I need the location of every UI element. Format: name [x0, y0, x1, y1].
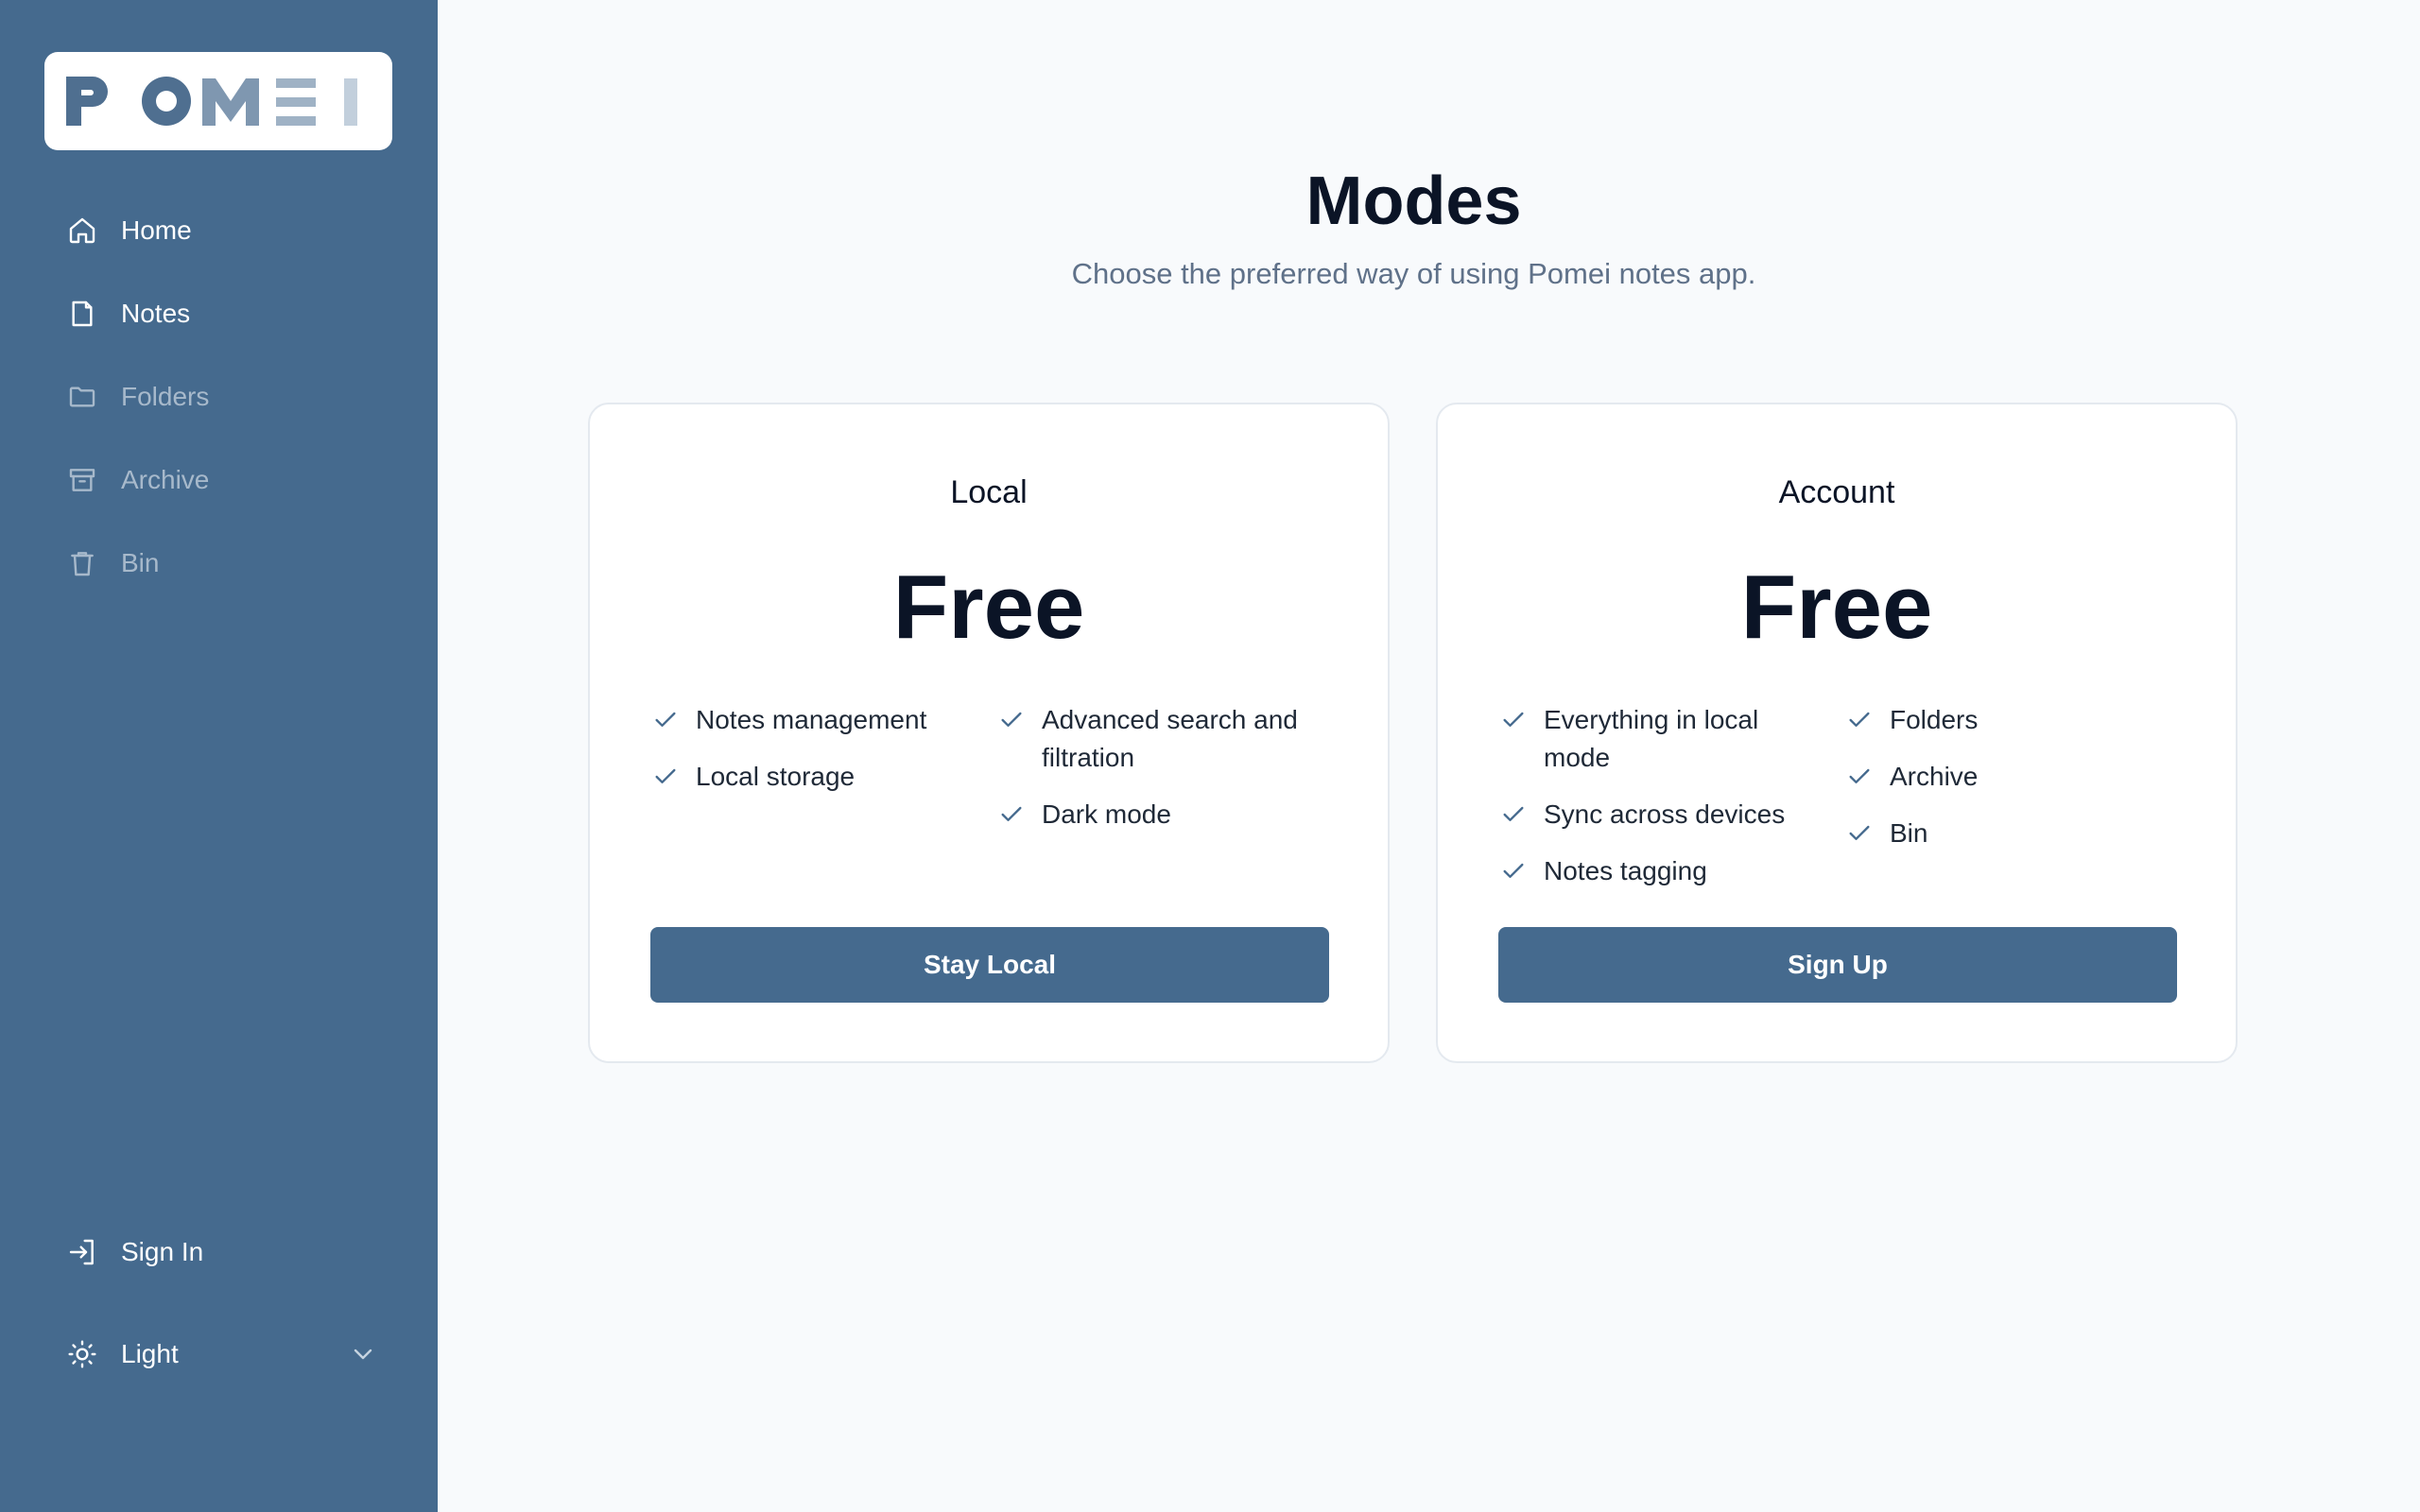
sidebar-item-notes[interactable]: Notes	[66, 287, 190, 340]
feature-text: Notes tagging	[1544, 856, 1707, 885]
folder-icon	[66, 381, 98, 413]
card-price: Free	[892, 557, 1085, 658]
feature-column: Everything in local mode Sync across dev…	[1500, 701, 1846, 909]
sidebar-item-folders[interactable]: Folders	[66, 370, 209, 423]
sidebar-item-bin[interactable]: Bin	[66, 537, 159, 590]
sidebar-item-archive[interactable]: Archive	[66, 454, 209, 507]
check-icon	[1846, 701, 1873, 739]
sidebar-item-label: Notes	[121, 299, 191, 328]
check-icon	[652, 701, 679, 739]
note-icon	[66, 298, 98, 330]
feature-item: Archive	[1846, 758, 2181, 796]
check-icon	[1846, 815, 1873, 852]
main-content: Modes Choose the preferred way of using …	[438, 0, 2420, 1512]
sidebar: Home Notes Folders Archive Bin Sign In L…	[0, 0, 438, 1512]
feature-item: Everything in local mode	[1500, 701, 1846, 777]
check-icon	[1500, 701, 1527, 739]
stay-local-button[interactable]: Stay Local	[650, 927, 1329, 1003]
feature-text: Everything in local mode	[1544, 705, 1759, 772]
trash-icon	[66, 547, 98, 579]
feature-item: Sync across devices	[1500, 796, 1846, 833]
home-icon	[66, 215, 98, 247]
feature-column: Folders Archive Bin	[1846, 701, 2181, 909]
feature-text: Archive	[1890, 762, 1979, 791]
feature-item: Advanced search and filtration	[998, 701, 1333, 777]
theme-value: Light	[121, 1339, 179, 1368]
check-icon	[1846, 758, 1873, 796]
chevron-down-icon	[348, 1339, 378, 1369]
feature-text: Dark mode	[1042, 799, 1171, 829]
check-icon	[652, 758, 679, 796]
feature-column: Advanced search and filtration Dark mode	[998, 701, 1333, 852]
sign-in-icon	[66, 1236, 98, 1268]
sign-in-label: Sign In	[121, 1237, 204, 1266]
app-logo[interactable]	[44, 52, 392, 150]
feature-text: Notes management	[696, 705, 927, 734]
feature-item: Dark mode	[998, 796, 1333, 833]
feature-list: Notes management Local storage Advanced …	[652, 701, 1333, 852]
feature-item: Local storage	[652, 758, 998, 796]
feature-item: Notes management	[652, 701, 998, 739]
card-price: Free	[1740, 557, 1933, 658]
theme-select[interactable]: Light	[66, 1328, 378, 1381]
sidebar-item-label: Bin	[121, 548, 160, 577]
sidebar-item-label: Archive	[121, 465, 210, 494]
archive-icon	[66, 464, 98, 496]
feature-item: Notes tagging	[1500, 852, 1846, 890]
sun-icon	[66, 1338, 98, 1370]
feature-text: Folders	[1890, 705, 1979, 734]
feature-item: Folders	[1846, 701, 2181, 739]
sidebar-item-home[interactable]: Home	[66, 204, 192, 257]
feature-item: Bin	[1846, 815, 2181, 852]
page-title: Modes	[1305, 163, 1522, 239]
sidebar-item-label: Home	[121, 215, 192, 245]
check-icon	[1500, 852, 1527, 890]
sign-up-button[interactable]: Sign Up	[1498, 927, 2177, 1003]
feature-text: Local storage	[696, 762, 856, 791]
feature-list: Everything in local mode Sync across dev…	[1500, 701, 2181, 909]
card-title: Local	[950, 474, 1028, 510]
feature-text: Sync across devices	[1544, 799, 1786, 829]
mode-card-account: Account Free Everything in local mode Sy…	[1436, 403, 2238, 1063]
feature-column: Notes management Local storage	[652, 701, 998, 852]
mode-card-local: Local Free Notes management Local storag…	[588, 403, 1390, 1063]
check-icon	[1500, 796, 1527, 833]
pomei-logo-icon	[66, 77, 357, 126]
feature-text: Bin	[1890, 818, 1928, 848]
check-icon	[998, 701, 1025, 739]
sidebar-item-label: Folders	[121, 382, 210, 411]
page-subtitle: Choose the preferred way of using Pomei …	[1071, 257, 1756, 290]
sign-in-link[interactable]: Sign In	[66, 1226, 203, 1279]
check-icon	[998, 796, 1025, 833]
card-title: Account	[1778, 474, 1895, 510]
feature-text: Advanced search and filtration	[1042, 705, 1298, 772]
